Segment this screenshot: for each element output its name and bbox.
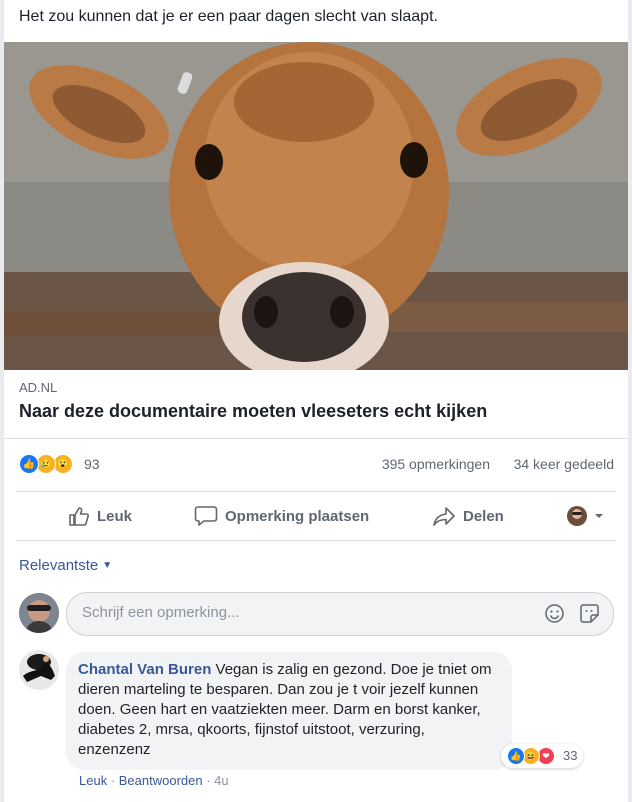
avatar-image [19,650,59,690]
sticker-icon[interactable] [579,603,600,624]
comment-reply-link[interactable]: Beantwoorden [119,773,203,788]
commenter-avatar[interactable] [19,650,59,690]
comment-author[interactable]: Chantal Van Buren [78,661,211,678]
meta-separator: · [107,773,119,788]
chevron-down-icon [595,514,603,518]
comment-reaction-summary[interactable]: 👍 😆 ❤ 33 [501,744,583,768]
action-bar: Leuk Opmerking plaatsen Delen [16,491,616,541]
meta-separator: · [202,773,215,788]
post-image[interactable] [4,42,628,370]
comment-icon [194,506,218,526]
sad-reaction-icon: 😢 [36,454,56,474]
post-stats: 👍 😢 😮 93 395 opmerkingen 34 keer gedeeld [4,448,628,482]
sort-label: Relevantste [19,557,99,574]
comment-time[interactable]: 4u [214,773,228,788]
shares-count[interactable]: 34 keer gedeeld [514,456,614,472]
profile-avatar-icon [567,506,587,526]
like-reaction-icon: 👍 [507,747,525,765]
share-button[interactable]: Delen [432,492,504,540]
emoji-icon[interactable] [544,603,565,624]
thumbs-up-icon [69,507,89,526]
cow-photo [4,42,628,370]
comment-reaction-count: 33 [563,748,578,763]
avatar-image [19,593,59,633]
comment-button[interactable]: Opmerking plaatsen [194,492,369,540]
comment-input[interactable] [80,603,524,622]
comment-like-link[interactable]: Leuk [79,773,107,788]
comments-count[interactable]: 395 opmerkingen [382,456,490,472]
comment-bubble: Chantal Van Buren Vegan is zalig en gezo… [66,652,512,770]
like-button[interactable]: Leuk [68,492,132,540]
comment-input-box[interactable] [66,592,614,636]
link-title[interactable]: Naar deze documentaire moeten vleeseters… [19,401,487,422]
post-text: Het zou kunnen dat je er een paar dagen … [19,8,438,25]
comment-sort-dropdown[interactable]: Relevantste ▼ [19,557,112,574]
current-user-avatar[interactable] [19,593,59,633]
post-card: Het zou kunnen dat je er een paar dagen … [4,0,628,802]
share-label: Delen [463,507,504,525]
like-reaction-icon: 👍 [19,454,39,474]
link-preview[interactable]: AD.NL Naar deze documentaire moeten vlee… [4,370,628,439]
reaction-picker-button[interactable] [566,492,612,540]
comment-label: Opmerking plaatsen [225,507,370,525]
link-domain: AD.NL [19,380,58,395]
like-label: Leuk [97,507,133,525]
caret-down-icon: ▼ [102,560,113,571]
share-icon [433,507,455,526]
comment-body: Chantal Van Buren Vegan is zalig en gezo… [78,660,498,760]
comment-meta: Leuk · Beantwoorden · 4u [79,773,229,788]
wow-reaction-icon: 😮 [53,454,73,474]
reaction-count[interactable]: 93 [84,456,100,472]
